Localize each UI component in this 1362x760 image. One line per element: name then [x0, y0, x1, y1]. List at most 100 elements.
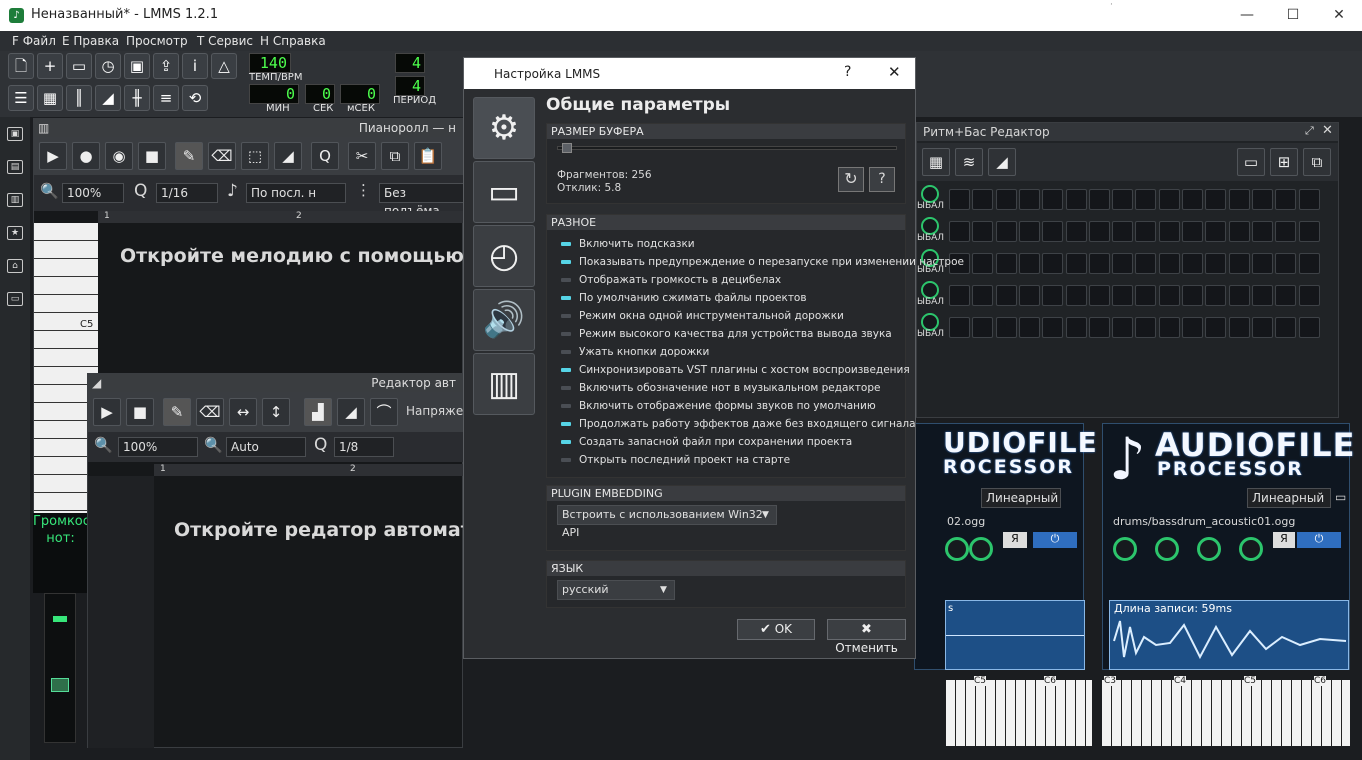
dialog-help-button[interactable]: ? — [844, 64, 851, 80]
draw-mode-pencil-icon[interactable]: ✎ — [175, 142, 203, 170]
minimize-button[interactable]: — — [1224, 0, 1270, 31]
afp-right-end-knob[interactable] — [1197, 537, 1221, 561]
erase-mode-icon[interactable]: ⌫ — [208, 142, 236, 170]
beat-step-cell[interactable] — [1158, 253, 1180, 274]
misc-option-row[interactable]: Создать запасной файл при сохранении про… — [561, 433, 852, 451]
beat-step-cell[interactable] — [1275, 285, 1297, 306]
automation-quant-combo[interactable]: 1/8 — [334, 437, 394, 457]
option-toggle-led[interactable] — [561, 404, 571, 408]
beat-step-cell[interactable] — [1042, 221, 1064, 242]
scale-combo[interactable]: Без подъёма — [379, 183, 464, 218]
cut-icon[interactable]: ✂ — [348, 142, 376, 170]
beat-step-cell[interactable] — [995, 189, 1017, 210]
ok-button[interactable]: ✔ OK — [737, 619, 815, 640]
beat-step-cell[interactable] — [995, 221, 1017, 242]
beat-step-cell[interactable] — [1182, 317, 1203, 338]
beat-step-cell[interactable] — [1205, 253, 1227, 274]
beat-step-cell[interactable] — [995, 317, 1017, 338]
record-play-icon[interactable]: ◉ — [105, 142, 133, 170]
my-samples-icon[interactable]: ▥ — [7, 193, 23, 207]
menu-view[interactable]: Просмотр — [126, 34, 188, 48]
afp-right-power-icon[interactable]: ⏻ — [1297, 532, 1341, 548]
automation-play-icon[interactable]: ▶ — [93, 398, 121, 426]
beat-step-cell[interactable] — [1275, 189, 1297, 210]
beat-step-cell[interactable] — [1018, 253, 1040, 274]
option-toggle-led[interactable] — [561, 458, 571, 462]
afp-left-reverse-icon[interactable]: Я — [1003, 532, 1027, 548]
beat-step-cell[interactable] — [1158, 189, 1180, 210]
beat-step-cell[interactable] — [1088, 221, 1110, 242]
misc-option-row[interactable]: Показывать предупреждение о перезапуске … — [561, 253, 964, 271]
beat-step-cell[interactable] — [1205, 285, 1227, 306]
automation-editor-icon[interactable]: ◢ — [95, 85, 121, 111]
beat-step-cell[interactable] — [1205, 221, 1227, 242]
beat-step-cell[interactable] — [1228, 189, 1250, 210]
stop-icon[interactable]: ■ — [138, 142, 166, 170]
beat-step-cell[interactable] — [1042, 317, 1064, 338]
beat-step-cell[interactable] — [1065, 253, 1087, 274]
record-icon[interactable]: ● — [72, 142, 100, 170]
misc-option-row[interactable]: Включить отображение формы звуков по умо… — [561, 397, 876, 415]
beat-step-cell[interactable] — [972, 253, 994, 274]
afp-left-waveform[interactable]: s — [945, 600, 1085, 670]
beat-step-cell[interactable] — [949, 285, 970, 306]
beat-step-cell[interactable] — [972, 189, 994, 210]
beat-step-cell[interactable] — [1182, 221, 1203, 242]
beat-step-cell[interactable] — [1298, 221, 1320, 242]
my-home-icon[interactable]: ⌂ — [7, 259, 23, 273]
add-steps-icon[interactable]: ⊞ — [1270, 148, 1298, 176]
beat-step-cell[interactable] — [1158, 285, 1180, 306]
afp-right-waveform[interactable]: Длина записи: 59ms — [1109, 600, 1349, 670]
beat-step-cell[interactable] — [1112, 253, 1134, 274]
beat-editor-close-icon[interactable]: ✕ — [1322, 123, 1333, 138]
new-project-icon[interactable]: 🗋 — [8, 53, 34, 79]
zoom-x-combo[interactable]: 100% — [118, 437, 198, 457]
option-toggle-led[interactable] — [561, 422, 571, 426]
zoom-y-combo[interactable]: Auto — [226, 437, 306, 457]
recent-projects-icon[interactable]: ◷ — [95, 53, 121, 79]
buffer-help-icon[interactable]: ? — [869, 167, 895, 192]
beat-step-cell[interactable] — [1088, 317, 1110, 338]
linear-progression-icon[interactable]: ◢ — [337, 398, 365, 426]
add-automation-track-icon[interactable]: ◢ — [988, 148, 1016, 176]
misc-option-row[interactable]: Открыть последний проект на старте — [561, 451, 790, 469]
beat-step-cell[interactable] — [1018, 317, 1040, 338]
metronome-icon[interactable]: △ — [211, 53, 237, 79]
whats-this-icon[interactable]: i — [182, 53, 208, 79]
option-toggle-led[interactable] — [561, 296, 571, 300]
beat-step-cell[interactable] — [1298, 317, 1320, 338]
beat-step-cell[interactable] — [1275, 317, 1297, 338]
beat-step-cell[interactable] — [1135, 189, 1157, 210]
new-from-template-icon[interactable]: + — [37, 53, 63, 79]
option-toggle-led[interactable] — [561, 368, 571, 372]
tempo-display[interactable]: 140 — [249, 53, 291, 73]
play-icon[interactable]: ▶ — [39, 142, 67, 170]
beat-step-cell[interactable] — [1065, 317, 1087, 338]
afp-left-power-icon[interactable]: ⏻ — [1033, 532, 1077, 548]
beat-play-icon[interactable]: ▦ — [922, 148, 950, 176]
dialog-close-button[interactable]: ✕ — [888, 63, 901, 81]
beat-step-cell[interactable] — [1065, 189, 1087, 210]
flip-vertical-icon[interactable]: ↕ — [262, 398, 290, 426]
time-sig-numerator[interactable]: 4 — [395, 53, 425, 73]
menu-tools[interactable]: T Сервис — [197, 34, 253, 48]
beat-step-cell[interactable] — [949, 221, 970, 242]
beat-step-cell[interactable] — [1112, 189, 1134, 210]
misc-option-row[interactable]: Включить подсказки — [561, 235, 695, 253]
clone-steps-icon[interactable]: ⧉ — [1303, 148, 1331, 176]
option-toggle-led[interactable] — [561, 332, 571, 336]
afp-right-loop-knob[interactable] — [1239, 537, 1263, 561]
afp-right-interp-combo[interactable]: Линеарный — [1247, 488, 1331, 508]
song-editor-icon[interactable]: ☰ — [8, 85, 34, 111]
beat-editor-restore-icon[interactable]: ⤢ — [1305, 124, 1314, 138]
option-toggle-led[interactable] — [561, 350, 571, 354]
beat-step-cell[interactable] — [1018, 221, 1040, 242]
add-beat-track-icon[interactable]: ≋ — [955, 148, 983, 176]
afp-left-interp-combo[interactable]: Линеарный — [981, 488, 1061, 508]
option-toggle-led[interactable] — [561, 386, 571, 390]
beat-step-cell[interactable] — [1228, 317, 1250, 338]
beat-step-cell[interactable] — [1065, 285, 1087, 306]
option-toggle-led[interactable] — [561, 440, 571, 444]
beat-step-cell[interactable] — [1112, 285, 1134, 306]
menu-help[interactable]: H Справка — [260, 34, 326, 48]
